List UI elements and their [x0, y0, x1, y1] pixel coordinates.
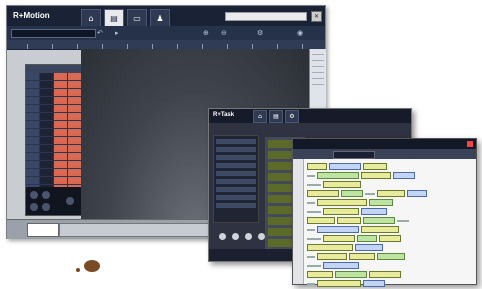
- document-icon[interactable]: ▤: [104, 9, 124, 27]
- task-tool-icons: [219, 233, 265, 240]
- joint-row[interactable]: [26, 81, 82, 89]
- home-icon[interactable]: ⌂: [253, 110, 267, 123]
- editor-header: [293, 149, 476, 159]
- joint-row[interactable]: [26, 113, 82, 121]
- dial-icon[interactable]: [66, 197, 74, 205]
- tool-icon[interactable]: [258, 233, 265, 240]
- joint-row[interactable]: [26, 129, 82, 137]
- app-logo: R+Motion: [13, 11, 50, 20]
- undo-icon[interactable]: ↶: [97, 29, 105, 37]
- tool-icon[interactable]: [232, 233, 239, 240]
- joint-row[interactable]: [26, 97, 82, 105]
- tool-icon[interactable]: [245, 233, 252, 240]
- joint-panel-header: [26, 65, 82, 73]
- joint-dial-area[interactable]: [26, 187, 82, 215]
- code-line[interactable]: [307, 171, 472, 179]
- title-search-input[interactable]: [225, 12, 307, 21]
- code-line[interactable]: [307, 243, 472, 251]
- code-line[interactable]: [307, 252, 472, 260]
- task-logo-text: Task: [220, 112, 235, 118]
- code-line[interactable]: [307, 180, 472, 188]
- play-icon[interactable]: ▸: [115, 29, 123, 37]
- editor-dropdown[interactable]: [333, 151, 375, 159]
- motion-titlebar: R+Motion ⌂ ▤ ▭ ♟ ✕: [7, 6, 325, 27]
- document-icon[interactable]: ▤: [269, 110, 283, 123]
- motion-toolbar: ↶ ▸ ⊕ ⊖ ⚙ ◉: [7, 26, 325, 40]
- close-icon[interactable]: [467, 141, 473, 147]
- joint-row[interactable]: [26, 137, 82, 145]
- code-blocks[interactable]: [307, 162, 472, 289]
- dial-icon[interactable]: [42, 191, 50, 199]
- code-line[interactable]: [307, 234, 472, 242]
- code-editor-window: [292, 138, 477, 287]
- code-line[interactable]: [307, 261, 472, 269]
- zoom-out-icon[interactable]: ⊖: [221, 29, 229, 37]
- joint-row[interactable]: [26, 169, 82, 177]
- joint-row[interactable]: [26, 89, 82, 97]
- code-line[interactable]: [307, 279, 472, 287]
- motion-select[interactable]: [11, 29, 96, 38]
- code-line[interactable]: [307, 225, 472, 233]
- task-logo-prefix: R+: [213, 112, 221, 118]
- gear-icon[interactable]: ⚙: [285, 110, 299, 123]
- record-icon[interactable]: ◉: [297, 29, 305, 37]
- editor-titlebar: [293, 139, 476, 149]
- joint-row[interactable]: [26, 145, 82, 153]
- code-line[interactable]: [307, 207, 472, 215]
- code-line[interactable]: [307, 270, 472, 278]
- monitor-icon[interactable]: ▭: [127, 9, 147, 27]
- joint-row[interactable]: [26, 161, 82, 169]
- main-tabs: ⌂ ▤ ▭ ♟: [81, 9, 170, 27]
- joint-row[interactable]: [26, 73, 82, 81]
- joint-value-panel: [25, 64, 83, 216]
- decorative-stain: [84, 260, 100, 272]
- line-gutter: [293, 159, 304, 284]
- close-icon[interactable]: ✕: [311, 11, 322, 22]
- home-icon[interactable]: ⌂: [81, 9, 101, 27]
- code-line[interactable]: [307, 189, 472, 197]
- joint-row[interactable]: [26, 153, 82, 161]
- code-line[interactable]: [307, 198, 472, 206]
- settings-icon[interactable]: ⚙: [257, 29, 265, 37]
- task-tree-panel[interactable]: [213, 135, 259, 223]
- dial-icon[interactable]: [30, 191, 38, 199]
- joint-row[interactable]: [26, 105, 82, 113]
- dial-icon[interactable]: [42, 203, 50, 211]
- zoom-in-icon[interactable]: ⊕: [203, 29, 211, 37]
- code-line[interactable]: [307, 216, 472, 224]
- tool-icon[interactable]: [219, 233, 226, 240]
- code-line[interactable]: [307, 162, 472, 170]
- task-titlebar: R+Task ⌂ ▤ ⚙: [209, 109, 411, 123]
- task-app-logo: R+Task: [213, 112, 234, 118]
- joint-row[interactable]: [26, 121, 82, 129]
- dial-icon[interactable]: [30, 203, 38, 211]
- joint-row[interactable]: [26, 177, 82, 185]
- user-icon[interactable]: ♟: [150, 9, 170, 27]
- decorative-stain: [76, 268, 80, 272]
- logo-text: Motion: [23, 11, 50, 20]
- logo-prefix: R+: [13, 11, 24, 20]
- frame-input[interactable]: [27, 223, 59, 237]
